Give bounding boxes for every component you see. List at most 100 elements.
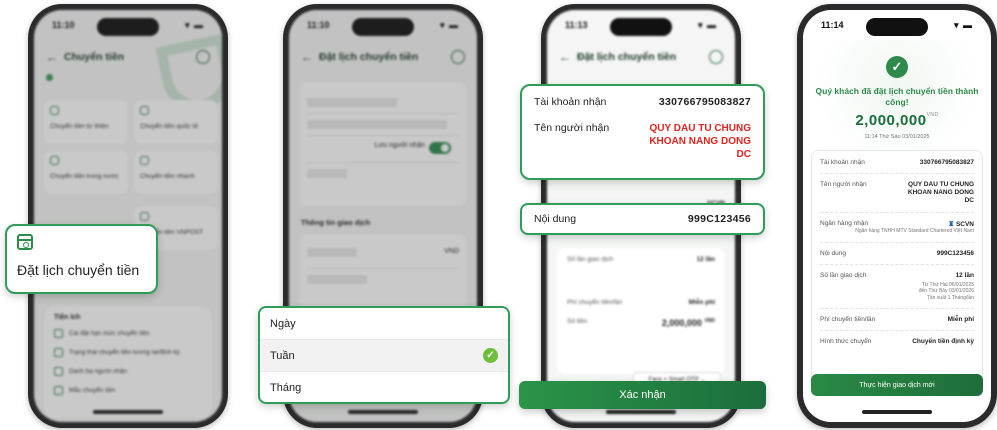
screen-transfer-menu: 11:10 ▾ ▬ ← Chuyển tiền Chuyển tiền từ t… (34, 10, 222, 422)
account-status (46, 74, 53, 81)
row-value: QUY DAU TU CHUNG KHOAN NANG DONG DC (907, 181, 974, 204)
dynamic-island (610, 18, 672, 36)
recipient-account-value: 330766795083827 (658, 96, 751, 108)
bank-full-name: Ngân hàng TNHH MTV Standard Chartered Vi… (855, 228, 974, 234)
divider (307, 268, 459, 269)
recipient-name-label: Tên người nhận (534, 122, 610, 134)
row-label: Nội dung (820, 249, 847, 257)
content-value: 999C123456 (687, 213, 751, 225)
amount-number: 2,000,000 (661, 318, 702, 328)
bank-code: SCVN (955, 221, 974, 228)
status-icon (54, 348, 63, 357)
list-item[interactable]: Danh bạ người nhận (54, 367, 202, 376)
signal-wifi-battery-icon: ▾ ▬ (184, 19, 204, 30)
back-arrow-icon[interactable]: ← (301, 50, 313, 64)
page-title: Đặt lịch chuyển tiền (577, 51, 677, 63)
schedule-transfer-label: Đặt lịch chuyển tiền (17, 262, 140, 278)
signal-wifi-battery-icon: ▾ ▬ (953, 19, 973, 30)
help-icon[interactable] (709, 50, 723, 64)
row-value: 12 lần (955, 271, 974, 279)
utilities-list: Tiện ích Cài đặt hạn mức chuyển tiền Trạ… (44, 306, 212, 418)
back-arrow-icon[interactable]: ← (559, 50, 571, 64)
recipient-card: Lưu người nhận (299, 82, 467, 206)
option-label: Ngày (270, 317, 296, 330)
account-field[interactable] (307, 98, 397, 107)
phone-4: 11:14 ▾ ▬ ✓ Quý khách đã đặt lịch chuyển… (797, 4, 997, 428)
row-label: Tài khoản nhận (820, 159, 865, 166)
help-icon[interactable] (451, 50, 465, 64)
save-recipient-toggle[interactable] (429, 142, 451, 154)
save-recipient-label: Lưu người nhận (374, 142, 425, 149)
transaction-details-card: Số lần giao dịch 12 lần Phí chuyển tiền/l… (557, 248, 725, 374)
transaction-card: VND (299, 234, 467, 310)
row-label: Phí chuyển tiền/lần (820, 316, 876, 323)
list-item-label: Cài đặt hạn mức chuyển tiền (69, 330, 150, 337)
name-field (307, 120, 447, 129)
status-time: 11:13 (565, 20, 588, 30)
confirm-button[interactable]: Xác nhận (519, 381, 766, 409)
tile-label: Chuyển tiền trong nước (50, 173, 119, 180)
list-item-label: Danh bạ người nhận (69, 368, 128, 375)
divider (820, 212, 974, 213)
count-note: Từ Thứ Hai 06/01/2025 đến Thứ Bảy 03/01/… (820, 282, 974, 302)
list-item[interactable]: Mẫu chuyển tiền (54, 386, 202, 395)
recipient-name-value: QUY DAU TU CHUNG KHOAN NANG DONG DC (649, 123, 751, 160)
post-icon (140, 212, 149, 221)
home-indicator (862, 410, 932, 414)
receipt-card: Tài khoản nhận 330766795083827 Tên người … (811, 150, 983, 382)
tile-international-transfer[interactable]: Chuyển tiền quốc tế (134, 100, 218, 144)
person-icon (140, 156, 149, 165)
receipt-row-count: Số lần giao dịch 12 lần (820, 272, 974, 279)
amount-field[interactable] (307, 247, 357, 257)
page-header: ← Đặt lịch chuyển tiền (547, 44, 735, 70)
transfer-icon (50, 156, 59, 165)
count-row: Số lần giao dịch 12 lần (567, 256, 715, 263)
fee-row: Phí chuyển tiền/lần Miễn phí (567, 299, 715, 306)
new-transaction-button[interactable]: Thực hiện giao dịch mới (811, 374, 983, 396)
divider (820, 173, 974, 174)
divider (307, 162, 459, 163)
amount-row[interactable]: VND (307, 240, 459, 262)
dynamic-island (97, 18, 159, 36)
content-label: Nội dung (534, 213, 577, 225)
content-popout: Nội dung 999C123456 (520, 203, 765, 235)
receipt-row-bank: Ngân hàng nhận ♜ SCVN (820, 220, 974, 228)
frequency-option-day[interactable]: Ngày (260, 308, 508, 340)
amount-unit: VND (704, 318, 715, 324)
row-value: 999C123456 (936, 249, 974, 257)
row-value: ♜ SCVN (948, 220, 974, 228)
home-indicator (606, 410, 676, 414)
option-label: Tuần (270, 349, 295, 362)
amount-label: Số tiền (567, 318, 588, 325)
status-time: 11:14 (821, 20, 844, 30)
amount-row: Số tiền 2,000,000 VND (567, 318, 715, 328)
bank-logo-icon: ♜ (948, 221, 955, 228)
limit-icon (54, 329, 63, 338)
dynamic-island (866, 18, 928, 36)
tile-label: Chuyển tiền quốc tế (140, 123, 198, 130)
signal-wifi-battery-icon: ▾ ▬ (439, 19, 459, 30)
calendar-icon (17, 234, 33, 250)
frequency-option-week[interactable]: Tuần ✓ (260, 340, 508, 372)
row-value: 330766795083827 (919, 159, 974, 166)
help-icon[interactable] (196, 50, 210, 64)
success-title: Quý khách đã đặt lịch chuyển tiền thành … (815, 86, 979, 107)
frequency-option-month[interactable]: Tháng (260, 372, 508, 402)
back-arrow-icon[interactable]: ← (46, 50, 58, 64)
utilities-title: Tiện ích (54, 314, 81, 321)
receipt-row-content: Nội dung 999C123456 (820, 250, 974, 257)
tile-charity-transfer[interactable]: Chuyển tiền từ thiện (44, 100, 128, 144)
divider (307, 135, 459, 136)
list-item[interactable]: Cài đặt hạn mức chuyển tiền (54, 329, 202, 338)
content-field[interactable] (307, 275, 367, 284)
tile-fast-transfer[interactable]: Chuyển tiền nhanh (134, 150, 218, 194)
dynamic-island (352, 18, 414, 36)
list-item[interactable]: Trạng thái chuyển tiền tương lai/định kỳ (54, 348, 202, 357)
charity-icon (50, 106, 59, 115)
recipient-account-label: Tài khoản nhận (534, 96, 607, 108)
nickname-field[interactable] (307, 169, 347, 178)
tile-domestic-transfer[interactable]: Chuyển tiền trong nước (44, 150, 128, 194)
divider (307, 113, 459, 114)
schedule-transfer-popout[interactable]: Đặt lịch chuyển tiền (5, 224, 158, 294)
divider (820, 308, 974, 309)
